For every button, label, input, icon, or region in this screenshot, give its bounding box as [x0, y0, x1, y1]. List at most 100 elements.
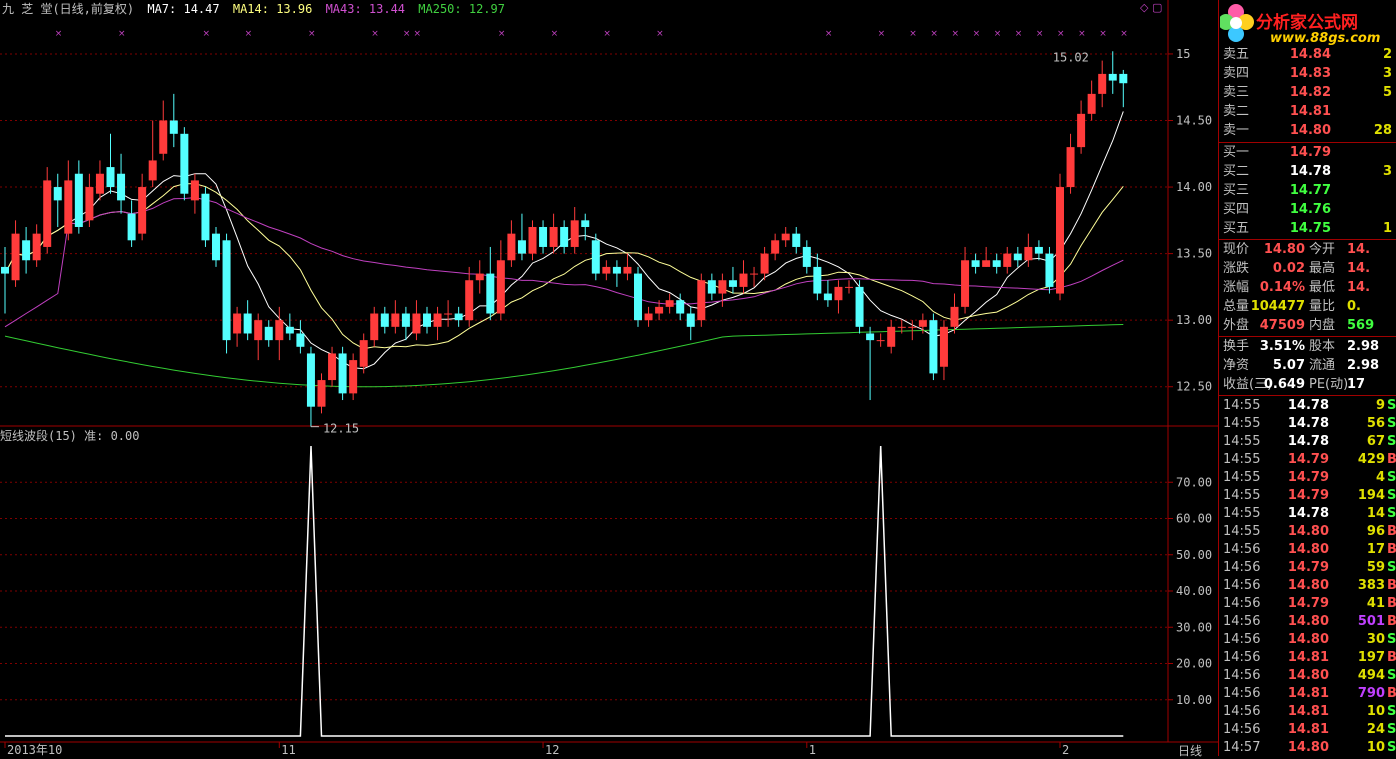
tick-side: S: [1387, 488, 1396, 503]
square-icon[interactable]: ▢: [1152, 1, 1162, 14]
tick-volume: 9: [1375, 398, 1385, 413]
tick-row[interactable]: 14:56 14.79 41 B: [1219, 595, 1396, 613]
tick-side: B: [1387, 650, 1396, 665]
tick-row[interactable]: 14:56 14.81 10 S: [1219, 703, 1396, 721]
ma43-label: MA43: 13.44: [325, 2, 406, 16]
candle-body: [233, 313, 242, 334]
row-price: 14.81: [1289, 104, 1331, 119]
candle-body: [623, 266, 632, 274]
candle-body: [296, 333, 305, 347]
candle-body: [866, 333, 875, 341]
tick-row[interactable]: 14:55 14.78 56 S: [1219, 415, 1396, 433]
quote-row: 外盘 47509 内盘 569: [1219, 316, 1396, 335]
tick-row[interactable]: 14:56 14.79 59 S: [1219, 559, 1396, 577]
tick-price: 14.80: [1287, 632, 1329, 647]
window-controls[interactable]: ◇ ▢: [1140, 1, 1162, 14]
candle-body: [876, 340, 885, 342]
tick-row[interactable]: 14:56 14.81 790 B: [1219, 685, 1396, 703]
high-annotation: 15.02: [1053, 50, 1089, 64]
candle-body: [971, 260, 980, 267]
candle-body: [169, 120, 178, 134]
ind-tick-label: 60.00: [1176, 512, 1212, 526]
ind-tick-label: 20.00: [1176, 657, 1212, 671]
tick-row[interactable]: 14:56 14.81 197 B: [1219, 649, 1396, 667]
tick-row[interactable]: 14:56 14.80 501 B: [1219, 613, 1396, 631]
tick-volume: 10: [1366, 740, 1385, 755]
tick-time: 14:55: [1223, 488, 1261, 503]
tick-price: 14.78: [1287, 434, 1329, 449]
row-label: 卖三: [1223, 85, 1250, 100]
candle-body: [338, 353, 347, 394]
tick-price: 14.80: [1287, 524, 1329, 539]
candle-body: [190, 180, 199, 201]
tick-volume: 17: [1366, 542, 1385, 557]
flower-logo-icon: [1220, 4, 1254, 42]
price-tick-label: 12.50: [1176, 380, 1212, 394]
time-tick-label: 12: [545, 743, 559, 756]
tick-price: 14.78: [1287, 506, 1329, 521]
tick-row[interactable]: 14:55 14.79 4 S: [1219, 469, 1396, 487]
candle-body: [507, 233, 516, 261]
signal-marker: ×: [498, 29, 506, 39]
sell-row: 卖四 14.83 3: [1219, 64, 1396, 83]
tick-row[interactable]: 14:56 14.80 494 S: [1219, 667, 1396, 685]
candle-body: [908, 326, 917, 328]
row-price: 14.79: [1289, 145, 1331, 160]
tick-side: B: [1387, 686, 1396, 701]
tick-volume: 429: [1357, 452, 1385, 467]
period-label[interactable]: 日线: [1178, 742, 1202, 759]
tick-volume: 96: [1366, 524, 1385, 539]
ind-tick-label: 40.00: [1176, 584, 1212, 598]
diamond-icon[interactable]: ◇: [1140, 1, 1148, 14]
tick-time: 14:56: [1223, 596, 1261, 611]
candle-body: [454, 313, 463, 321]
candle-body: [1077, 113, 1086, 148]
candle-body: [1003, 253, 1012, 267]
ma7-label: MA7: 14.47: [147, 2, 220, 16]
tick-price: 14.79: [1287, 488, 1329, 503]
tick-row[interactable]: 14:56 14.80 383 B: [1219, 577, 1396, 595]
signal-marker: ×: [413, 29, 421, 39]
tick-row[interactable]: 14:55 14.80 96 B: [1219, 523, 1396, 541]
tick-row[interactable]: 14:56 14.81 24 S: [1219, 721, 1396, 739]
tick-time: 14:56: [1223, 650, 1261, 665]
candle-body: [602, 266, 611, 274]
tick-row[interactable]: 14:55 14.78 67 S: [1219, 433, 1396, 451]
signal-marker: ×: [371, 29, 379, 39]
tick-volume: 383: [1357, 578, 1385, 593]
tick-price: 14.80: [1287, 578, 1329, 593]
row-price: 14.78: [1289, 164, 1331, 179]
candle-body: [349, 360, 358, 394]
candle-body: [697, 280, 706, 321]
candle-body: [802, 246, 811, 267]
tick-time: 14:56: [1223, 560, 1261, 575]
tick-price: 14.80: [1287, 740, 1329, 755]
candle-body: [939, 326, 948, 367]
tick-row[interactable]: 14:55 14.78 14 S: [1219, 505, 1396, 523]
tick-row[interactable]: 14:55 14.78 9 S: [1219, 397, 1396, 415]
tick-price: 14.78: [1287, 416, 1329, 431]
tick-price: 14.79: [1287, 596, 1329, 611]
tick-row[interactable]: 14:56 14.80 30 S: [1219, 631, 1396, 649]
candle-body: [53, 187, 62, 201]
logo-text: 分析家公式网: [1256, 13, 1358, 33]
row-label: 卖二: [1223, 104, 1250, 119]
tick-side: S: [1387, 722, 1396, 737]
candle-body: [634, 273, 642, 321]
tick-row[interactable]: 14:55 14.79 194 S: [1219, 487, 1396, 505]
tick-row[interactable]: 14:57 14.80 10 S: [1219, 739, 1396, 757]
buy-row: 买四 14.76: [1219, 200, 1396, 219]
row-price: 14.84: [1289, 47, 1331, 62]
stat-label: 最高: [1309, 261, 1336, 276]
tick-row[interactable]: 14:55 14.79 429 B: [1219, 451, 1396, 469]
candle-body: [823, 293, 832, 301]
tick-time: 14:57: [1223, 740, 1261, 755]
candle-body: [264, 326, 273, 341]
candle-body: [581, 220, 590, 227]
candle-body: [22, 240, 31, 261]
sell-row: 卖五 14.84 2: [1219, 45, 1396, 64]
kline-chart[interactable]: 1514.5014.0013.5013.0012.5012.1515.02× × ×…: [0, 0, 1218, 756]
candle-body: [707, 280, 716, 294]
tick-price: 14.81: [1287, 722, 1329, 737]
tick-row[interactable]: 14:56 14.80 17 B: [1219, 541, 1396, 559]
